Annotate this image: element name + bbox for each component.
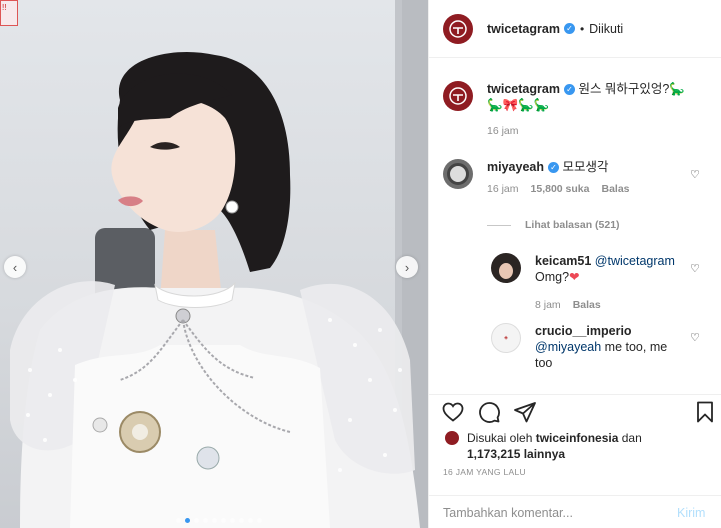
comment-button[interactable] — [477, 399, 503, 425]
reply-body: crucio__imperio @miyayeah me too, me too — [535, 323, 685, 371]
comment-bubble-icon — [479, 402, 500, 423]
like-button[interactable] — [441, 399, 467, 425]
comment-avatar[interactable] — [443, 159, 473, 189]
likes-summary: Disukai oleh twiceinfonesia dan 1,173,21… — [445, 430, 642, 462]
action-icons-row — [441, 399, 713, 429]
reply-like-heart-icon[interactable]: ♡ — [690, 331, 700, 344]
likes-joiner: dan — [621, 431, 642, 445]
red-heart-emoji: ❤ — [569, 270, 580, 284]
comment-username[interactable]: miyayeah — [487, 160, 544, 174]
caption-time[interactable]: 16 jam — [487, 123, 519, 139]
comment-input[interactable] — [443, 505, 665, 520]
save-button[interactable] — [693, 399, 719, 425]
comment-time[interactable]: 16 jam — [487, 181, 519, 197]
heart-icon — [442, 402, 464, 422]
view-replies-button[interactable]: Lihat balasan (521) — [487, 219, 620, 231]
carousel-dot — [221, 518, 226, 523]
replies-divider-line — [487, 224, 511, 226]
caption-text: 원스 뭐하구있엉?🦕 — [578, 82, 685, 96]
avatar-image — [447, 163, 469, 185]
share-button[interactable] — [513, 399, 539, 425]
caption-username[interactable]: twicetagram — [487, 82, 560, 96]
follow-status-button[interactable]: Diikuti — [589, 22, 623, 36]
chevron-left-icon: ‹ — [12, 259, 18, 275]
reply-time[interactable]: 8 jam — [535, 297, 561, 313]
twice-logo-icon — [449, 19, 467, 38]
reply-body: keicam51 @twicetagram Omg?❤ 8 jam Balas — [535, 253, 695, 313]
post-side-panel: twicetagram ✓ • Diikuti twicetagram ✓ 원스 … — [428, 0, 721, 528]
carousel-dot — [203, 518, 208, 523]
caption-meta: 16 jam — [487, 123, 687, 139]
reply-username[interactable]: keicam51 — [535, 254, 591, 268]
comment-like-heart-icon[interactable]: ♡ — [690, 168, 700, 181]
liker-username[interactable]: twiceinfonesia — [536, 431, 619, 445]
comment-item: miyayeah ✓ 모모생각 16 jam 15,800 suka Balas — [443, 159, 687, 197]
reply-item: ◈ crucio__imperio @miyayeah me too, me t… — [491, 323, 685, 371]
reply-mention-link[interactable]: @miyayeah — [535, 340, 601, 354]
liker-avatar[interactable] — [445, 431, 459, 445]
likes-text: Disukai oleh twiceinfonesia dan 1,173,21… — [467, 430, 642, 462]
carousel-dot — [212, 518, 217, 523]
twice-logo-icon — [449, 87, 467, 105]
carousel-dot — [248, 518, 253, 523]
verified-badge-icon: ✓ — [563, 84, 575, 96]
reply-mention-link[interactable]: @twicetagram — [595, 254, 675, 268]
carousel-dot-active — [185, 518, 190, 523]
background-sign-text: !! — [2, 3, 7, 12]
likes-prefix: Disukai oleh — [467, 431, 533, 445]
author-avatar[interactable] — [443, 13, 473, 44]
carousel-dot — [176, 518, 181, 523]
caption-item: twicetagram ✓ 원스 뭐하구있엉?🦕 🦕🎀🦕🦕 16 jam — [443, 81, 687, 139]
comment-likes-count[interactable]: 15,800 suka — [531, 181, 590, 197]
reply-like-heart-icon[interactable]: ♡ — [690, 262, 700, 275]
post-photo: !! ‹ › — [0, 0, 428, 528]
verified-badge-icon: ✓ — [547, 162, 559, 174]
comment-composer: Kirim — [429, 495, 721, 528]
verified-badge-icon: ✓ — [563, 23, 575, 34]
comments-list[interactable]: twicetagram ✓ 원스 뭐하구있엉?🦕 🦕🎀🦕🦕 16 jam miya… — [429, 59, 721, 394]
paper-plane-icon — [514, 402, 536, 423]
post-header: twicetagram ✓ • Diikuti — [429, 0, 721, 58]
reply-meta: 8 jam Balas — [535, 297, 695, 313]
view-replies-label: Lihat balasan (521) — [525, 219, 620, 231]
carousel-dot — [194, 518, 199, 523]
carousel-dots — [176, 518, 262, 523]
avatar-image — [499, 263, 513, 279]
carousel-next-button[interactable]: › — [396, 256, 418, 278]
comment-text: 모모생각 — [562, 160, 609, 174]
reply-avatar[interactable]: ◈ — [491, 323, 521, 353]
reply-avatar[interactable] — [491, 253, 521, 283]
photo-illustration — [10, 0, 428, 528]
post-actions: Disukai oleh twiceinfonesia dan 1,173,21… — [429, 394, 721, 528]
reply-username[interactable]: crucio__imperio — [535, 324, 632, 338]
post-timestamp[interactable]: 16 JAM YANG LALU — [443, 467, 526, 477]
reply-item: keicam51 @twicetagram Omg?❤ 8 jam Balas — [491, 253, 695, 313]
chevron-right-icon: › — [404, 259, 410, 275]
avatar-logo-icon: ◈ — [504, 335, 508, 341]
post-comment-button[interactable]: Kirim — [677, 506, 705, 520]
likes-count-link[interactable]: 1,173,215 lainnya — [467, 447, 565, 461]
background-sign: !! — [0, 0, 18, 26]
carousel-dot — [239, 518, 244, 523]
reply-reply-button[interactable]: Balas — [573, 297, 601, 313]
caption-avatar[interactable] — [443, 81, 473, 111]
author-username[interactable]: twicetagram — [487, 22, 560, 36]
carousel-prev-button[interactable]: ‹ — [4, 256, 26, 278]
carousel-dot — [257, 518, 262, 523]
reply-text: Omg? — [535, 270, 570, 284]
header-separator: • — [579, 21, 585, 36]
comment-reply-button[interactable]: Balas — [601, 181, 629, 197]
comment-meta: 16 jam 15,800 suka Balas — [487, 181, 687, 197]
bookmark-icon — [697, 401, 713, 423]
caption-body: twicetagram ✓ 원스 뭐하구있엉?🦕 🦕🎀🦕🦕 16 jam — [487, 81, 687, 139]
carousel-dot — [230, 518, 235, 523]
comment-body: miyayeah ✓ 모모생각 16 jam 15,800 suka Balas — [487, 159, 687, 197]
caption-text-line2: 🦕🎀🦕🦕 — [487, 98, 550, 112]
